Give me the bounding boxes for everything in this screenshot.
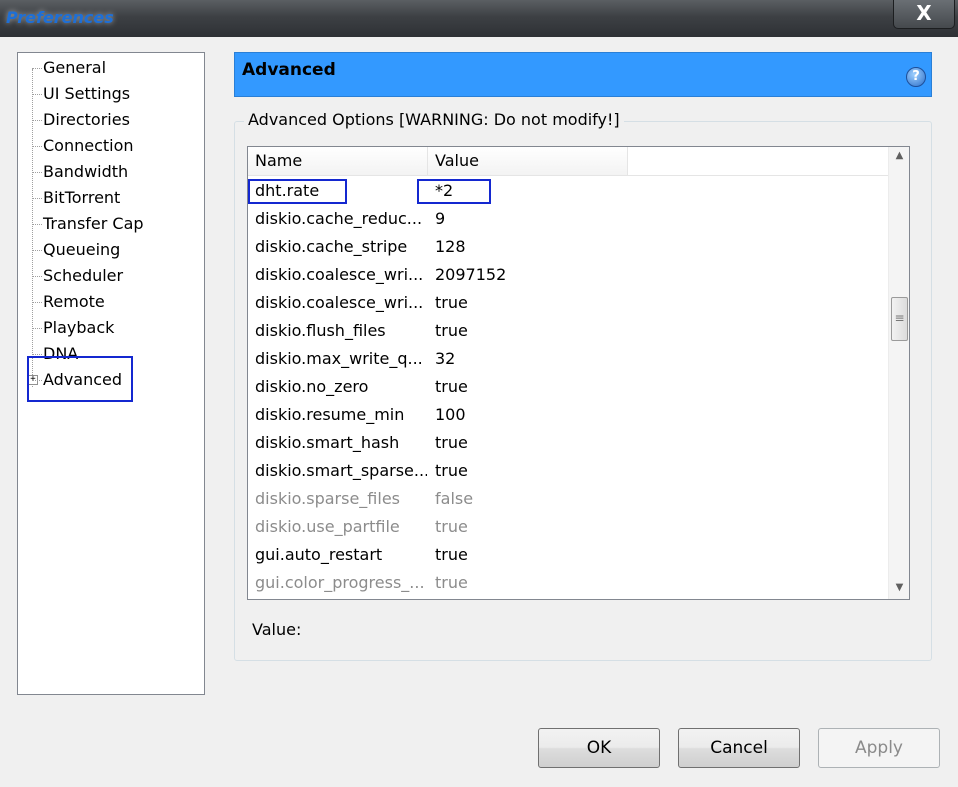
option-name: diskio.resume_min: [255, 405, 405, 424]
option-name: diskio.coalesce_wri...: [255, 265, 424, 284]
scroll-down-icon[interactable]: ▼: [889, 579, 909, 597]
option-value: 9: [435, 209, 446, 228]
scroll-thumb[interactable]: ≡: [891, 297, 908, 341]
tree-item-directories[interactable]: Directories: [32, 108, 130, 132]
help-icon[interactable]: ?: [906, 67, 926, 87]
vertical-scrollbar[interactable]: ▲ ≡ ▼: [888, 147, 909, 599]
tree-item-remote[interactable]: Remote: [32, 290, 105, 314]
table-row[interactable]: gui.color_progress_... true: [248, 569, 888, 597]
ok-button[interactable]: OK: [538, 728, 660, 768]
tree-item-scheduler[interactable]: Scheduler: [31, 264, 123, 288]
highlight-box-advanced: [27, 356, 133, 402]
title-bar[interactable]: Preferences X: [0, 0, 958, 37]
option-value: true: [435, 573, 468, 592]
tree-item-general[interactable]: General: [31, 56, 106, 80]
option-name: diskio.no_zero: [255, 377, 369, 396]
option-name: diskio.coalesce_wri...: [255, 293, 424, 312]
tree-item-bandwidth[interactable]: Bandwidth: [31, 160, 128, 184]
option-name: diskio.cache_reduc...: [255, 209, 423, 228]
close-button[interactable]: X: [893, 0, 955, 29]
option-value: true: [435, 517, 468, 536]
table-row[interactable]: diskio.resume_min 100: [248, 401, 888, 429]
tree-item-ui-settings[interactable]: UI Settings: [31, 82, 130, 106]
column-header-value[interactable]: Value: [428, 147, 628, 175]
table-row[interactable]: diskio.cache_stripe 128: [248, 233, 888, 261]
group-label: Advanced Options [WARNING: Do not modify…: [244, 110, 624, 129]
options-list[interactable]: Name Value dht.rate *2 diskio.cache_reduc…: [247, 146, 910, 600]
highlight-box-value: [417, 179, 491, 204]
option-name: diskio.use_partfile: [255, 517, 400, 536]
option-name: diskio.sparse_files: [255, 489, 400, 508]
column-header-name[interactable]: Name: [248, 147, 428, 175]
table-row[interactable]: diskio.smart_sparse... true: [248, 457, 888, 485]
page-title: Advanced: [242, 60, 336, 80]
tree-item-connection[interactable]: Connection: [32, 134, 134, 158]
tree-connector: [32, 69, 33, 387]
option-value: 128: [435, 237, 466, 256]
option-value: true: [435, 293, 468, 312]
option-name: diskio.flush_files: [255, 321, 386, 340]
table-row[interactable]: diskio.use_partfile true: [248, 513, 888, 541]
table-row[interactable]: diskio.cache_reduc... 9: [248, 205, 888, 233]
table-row[interactable]: diskio.sparse_files false: [248, 485, 888, 513]
window-title: Preferences: [6, 8, 114, 27]
highlight-box-name: [248, 179, 347, 204]
option-name: diskio.cache_stripe: [255, 237, 408, 256]
option-name: diskio.smart_hash: [255, 433, 400, 452]
option-name: diskio.max_write_q...: [255, 349, 423, 368]
table-row[interactable]: diskio.coalesce_wri... true: [248, 289, 888, 317]
table-row[interactable]: gui.auto_restart true: [248, 541, 888, 569]
option-value: 32: [435, 349, 456, 368]
section-header: Advanced ?: [234, 52, 932, 97]
cancel-button[interactable]: Cancel: [678, 728, 800, 768]
option-value: true: [435, 321, 468, 340]
option-name: gui.auto_restart: [255, 545, 383, 564]
header-divider: [248, 175, 888, 176]
scroll-up-icon[interactable]: ▲: [889, 147, 909, 165]
option-value: true: [435, 433, 468, 452]
option-value: true: [435, 377, 468, 396]
table-row[interactable]: diskio.smart_hash true: [248, 429, 888, 457]
option-value: true: [435, 461, 468, 480]
option-value: true: [435, 545, 468, 564]
option-value: 2097152: [435, 265, 507, 284]
option-name: diskio.smart_sparse...: [255, 461, 427, 480]
table-row[interactable]: diskio.coalesce_wri... 2097152: [248, 261, 888, 289]
tree-item-playback[interactable]: Playback: [31, 316, 114, 340]
option-value: 100: [435, 405, 466, 424]
value-label: Value:: [252, 620, 302, 639]
option-name: gui.color_progress_...: [255, 573, 425, 592]
apply-button[interactable]: Apply: [818, 728, 940, 768]
table-row[interactable]: diskio.flush_files true: [248, 317, 888, 345]
table-row[interactable]: diskio.no_zero true: [248, 373, 888, 401]
tree-item-queueing[interactable]: Queueing: [31, 238, 120, 262]
tree-item-bittorrent[interactable]: BitTorrent: [31, 186, 120, 210]
table-row[interactable]: diskio.max_write_q... 32: [248, 345, 888, 373]
option-value: false: [435, 489, 474, 508]
tree-item-transfer-cap[interactable]: Transfer Cap: [32, 212, 144, 236]
